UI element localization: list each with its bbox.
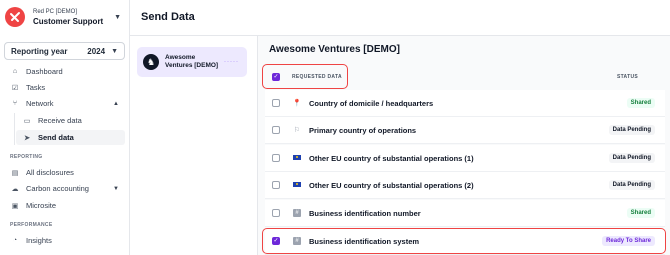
row-checkbox[interactable] [272, 126, 280, 134]
page-title: Send Data [141, 11, 195, 23]
status-badge: Data Pending [608, 125, 655, 135]
nav-receive-data[interactable]: ▭ Receive data [16, 113, 125, 128]
sidebar: Red PC [DEMO] Customer Support ▼ Reporti… [0, 0, 130, 255]
eu-flag-icon [292, 154, 302, 162]
nav-dashboard-label: Dashboard [26, 67, 63, 76]
nav-tasks-label: Tasks [26, 83, 46, 92]
company-card[interactable]: ♞ Awesome Ventures [DEMO] ····· [137, 47, 247, 77]
home-icon: ⌂ [12, 68, 18, 75]
row-label: Other EU country of substantial operatio… [309, 153, 474, 163]
row-checkbox[interactable] [272, 99, 280, 107]
nav-tasks[interactable]: ☑ Tasks [4, 80, 125, 95]
subnav-line [14, 113, 15, 145]
reporting-year-label: Reporting year [11, 46, 68, 56]
hash-icon: # [292, 209, 302, 217]
row-label: Other EU country of substantial operatio… [309, 180, 474, 190]
nav-send-data[interactable]: ➤ Send data [16, 130, 125, 145]
location-pin-icon: 📍 [292, 100, 302, 107]
row-label: Country of domicile / headquarters [309, 98, 434, 108]
nav-network-label: Network [26, 99, 54, 108]
reporting-year-select[interactable]: Reporting year 2024 ▼ [4, 42, 125, 60]
table-row[interactable]: # Business identification number Shared [265, 200, 665, 227]
select-all-highlight [262, 64, 348, 89]
section-reporting: REPORTING [10, 154, 43, 160]
nav-insights-label: Insights [26, 236, 52, 245]
nav-all-disclosures[interactable]: ▤ All disclosures [4, 165, 125, 180]
status-badge: Shared [626, 98, 655, 108]
window-icon: ▣ [11, 202, 19, 210]
row-checkbox[interactable] [272, 209, 280, 217]
nav-send-label: Send data [38, 133, 74, 142]
cloud-icon: ☁ [11, 185, 19, 193]
nav-network[interactable]: ⑂ Network ▲ [4, 96, 125, 111]
eu-flag-icon [292, 181, 302, 189]
company-name-line1: Awesome [165, 54, 196, 61]
company-logo: ♞ [143, 54, 159, 70]
send-icon: ➤ [24, 134, 30, 142]
nav-carbon-accounting[interactable]: ☁ Carbon accounting ▼ [4, 181, 125, 196]
nav-carbon-label: Carbon accounting [26, 184, 89, 193]
nav-dashboard[interactable]: ⌂ Dashboard [4, 64, 125, 79]
status-badge: Data Pending [608, 180, 655, 190]
nav-all-disclosures-label: All disclosures [26, 168, 74, 177]
row-checkbox[interactable] [272, 181, 280, 189]
flag-icon: ⚐ [293, 127, 301, 134]
table-row[interactable]: 📍 Country of domicile / headquarters Sha… [265, 90, 665, 117]
status-badge: Shared [626, 208, 655, 218]
chevron-down-icon: ▼ [114, 13, 121, 21]
chevron-up-icon: ▲ [113, 100, 119, 107]
section-performance: PERFORMANCE [10, 222, 53, 228]
row-checkbox[interactable] [272, 154, 280, 162]
table-row[interactable]: ⚐ Primary country of operations Data Pen… [265, 117, 665, 144]
document-icon: ▤ [11, 169, 19, 177]
org-name: Customer Support [33, 17, 104, 26]
row-label: Business identification number [309, 208, 421, 218]
company-name-line2: Ventures [DEMO] [165, 62, 219, 69]
org-switcher[interactable]: Red PC [DEMO] Customer Support ▼ [0, 0, 129, 34]
more-icon: ····· [224, 59, 239, 65]
chevron-down-icon: ▼ [111, 47, 118, 55]
nav-microsite[interactable]: ▣ Microsite [4, 198, 125, 213]
company-title: Awesome Ventures [DEMO] [269, 44, 400, 55]
network-icon: ⑂ [12, 100, 18, 107]
inbox-icon: ▭ [23, 117, 31, 125]
reporting-year-value: 2024 [87, 46, 106, 56]
row-label: Primary country of operations [309, 125, 417, 135]
selected-row-highlight [262, 228, 666, 254]
org-logo [5, 7, 25, 27]
column-status: STATUS [616, 74, 638, 80]
chevron-down-icon: ▼ [113, 185, 119, 192]
table-row[interactable]: Other EU country of substantial operatio… [265, 145, 665, 172]
nav-receive-label: Receive data [38, 116, 82, 125]
table-row[interactable]: Other EU country of substantial operatio… [265, 172, 665, 199]
insights-icon: ◔ [12, 237, 18, 244]
nav-insights[interactable]: ◔ Insights [4, 233, 125, 248]
org-subtitle: Red PC [DEMO] [33, 9, 78, 15]
status-badge: Data Pending [608, 153, 655, 163]
nav-microsite-label: Microsite [26, 201, 57, 210]
checkbox-icon: ☑ [11, 84, 19, 92]
